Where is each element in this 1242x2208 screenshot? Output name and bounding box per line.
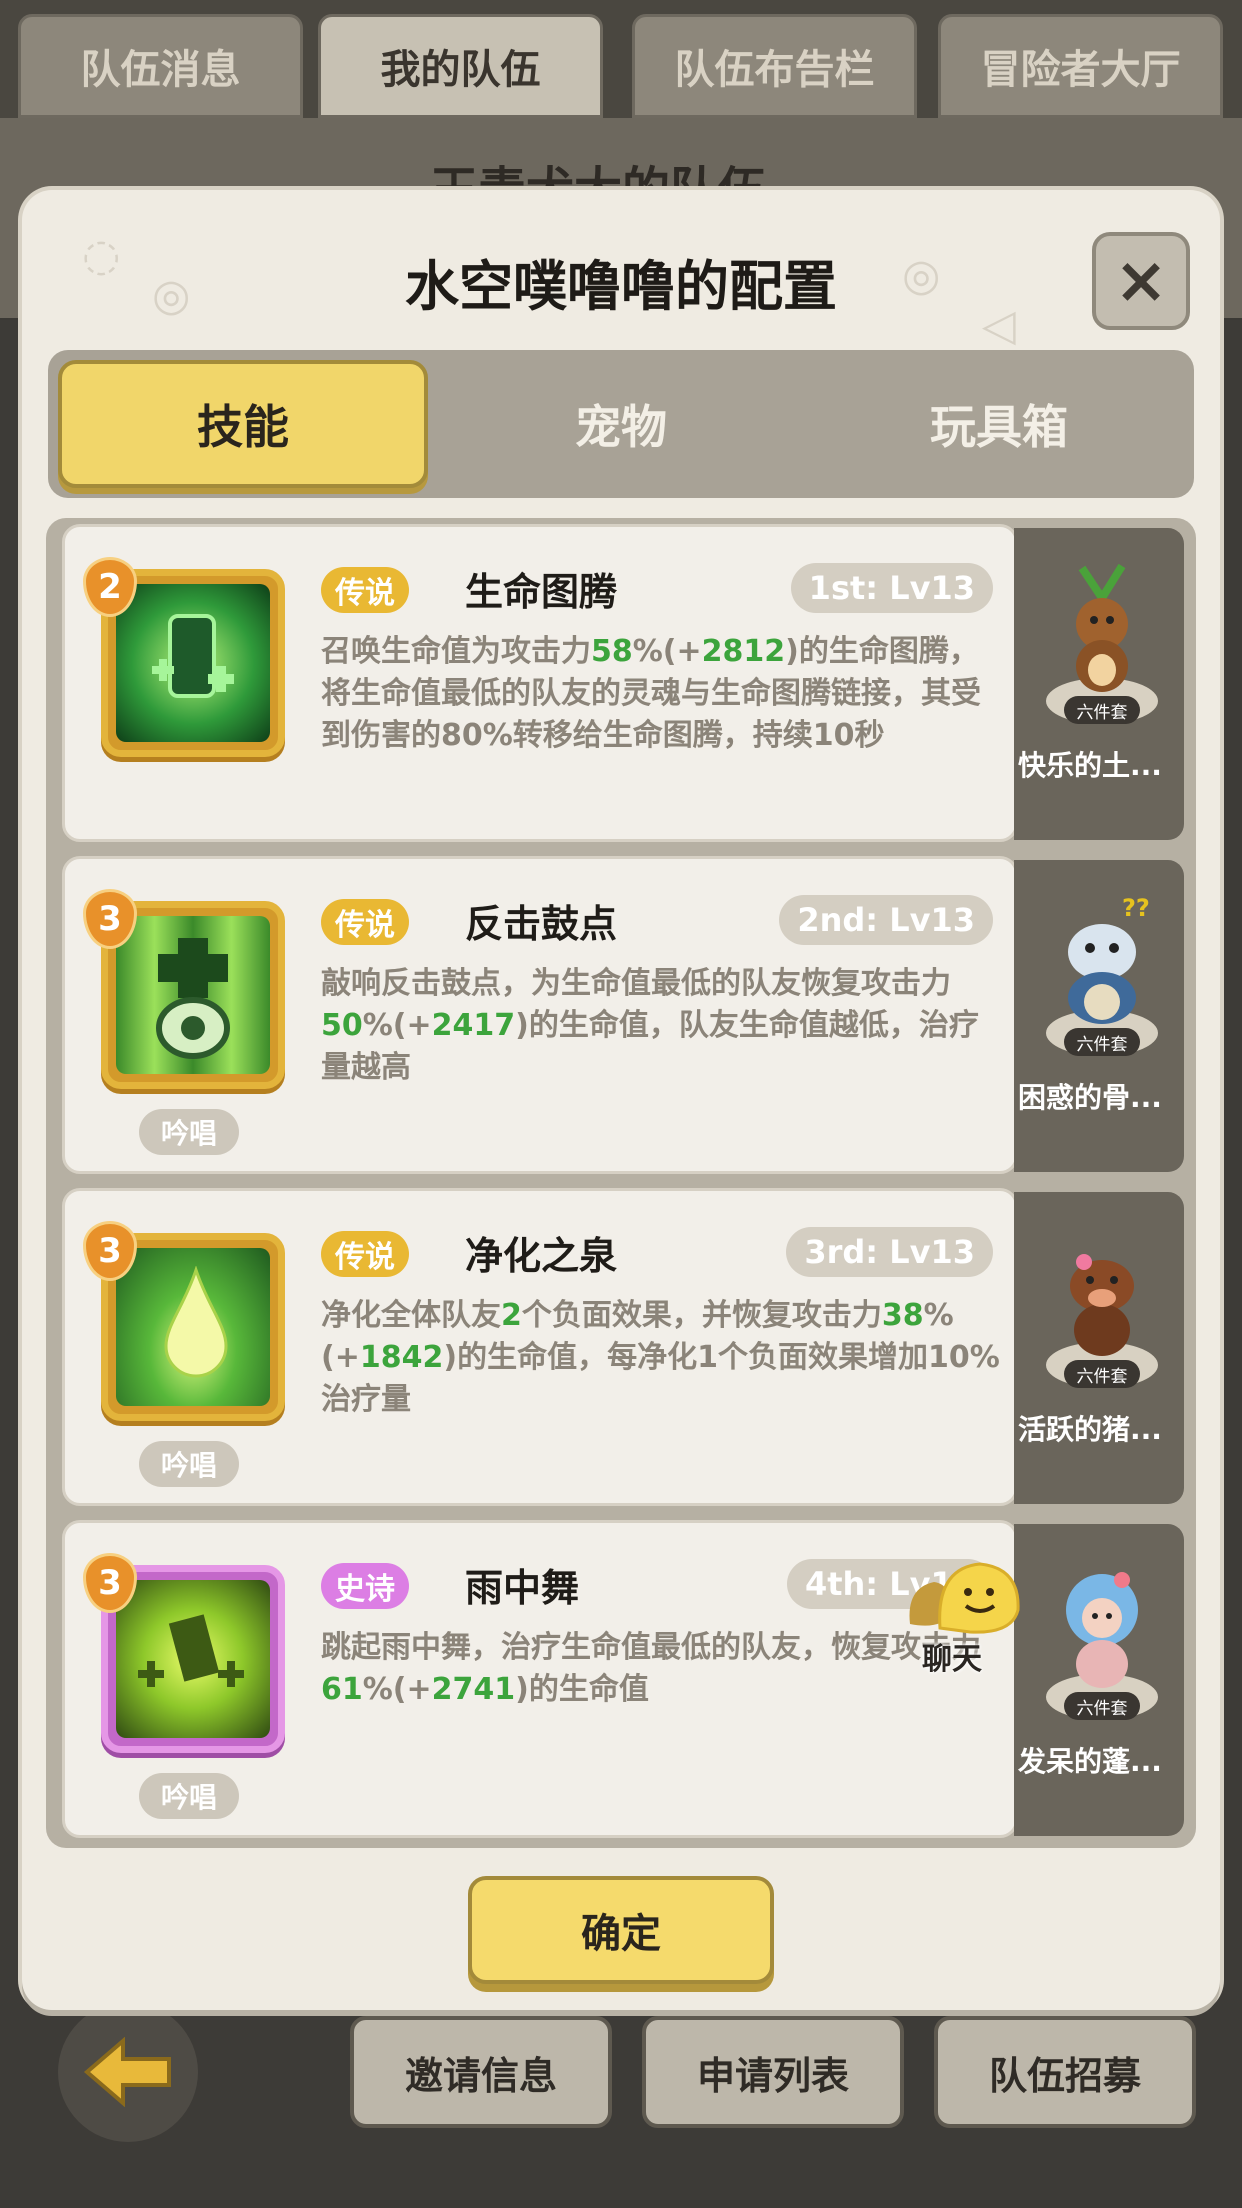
back-arrow-icon: [83, 2037, 171, 2107]
desc-highlight: 2417: [431, 1008, 516, 1043]
drum-icon: [156, 938, 230, 1059]
pet-card[interactable]: ?? 六件套 困惑的骨...: [1014, 860, 1184, 1172]
desc-highlight: 50: [321, 1008, 363, 1043]
pet-card[interactable]: 六件套 活跃的猪...: [1014, 1192, 1184, 1504]
pet-set-tag: 六件套: [1064, 1692, 1140, 1720]
skill-name: 雨中舞: [465, 1566, 580, 1610]
sheep-pet-icon: [1066, 1572, 1138, 1688]
desc-highlight: 1842: [359, 1340, 444, 1375]
tab-toybox[interactable]: 玩具箱: [814, 360, 1184, 488]
skill-description: 敲响反击鼓点，为生命值最低的队友恢复攻击力50%(+2417)的生命值，队友生命…: [321, 963, 1001, 1089]
rarity-tag: 传说: [321, 1231, 409, 1277]
skill-rank: 3rd: Lv13: [786, 1227, 993, 1277]
pet-card[interactable]: 六件套 快乐的土...: [1014, 528, 1184, 840]
desc-text: %(+: [632, 634, 702, 669]
skill-description: 召唤生命值为攻击力58%(+2812)的生命图腾，将生命值最低的队友的灵魂与生命…: [321, 631, 1001, 757]
skill-name: 生命图腾: [465, 570, 618, 614]
desc-text: )的生命值: [515, 1672, 649, 1707]
desc-highlight: 38: [881, 1298, 924, 1333]
close-icon: ×: [1114, 244, 1168, 318]
button-label: 确定: [581, 1911, 661, 1957]
config-modal: ◌ ◎ ◎ ◁ 水空噗噜噜的配置 × 技能 宠物 玩具箱 2 传说 生命图腾 1…: [22, 190, 1220, 2010]
chat-float-button[interactable]: 聊天: [900, 1558, 1040, 1678]
skill-rank: 2nd: Lv13: [779, 895, 993, 945]
tab-label: 玩具箱: [930, 400, 1068, 454]
chat-label: 聊天: [922, 1642, 982, 1677]
desc-text: 敲响反击鼓点，为生命值最低的队友恢复攻击力: [321, 966, 951, 1001]
desc-highlight: 61: [321, 1672, 363, 1707]
desc-highlight: 2741: [431, 1672, 516, 1707]
squirrel-pet-icon: [1076, 563, 1128, 692]
skill-card[interactable]: 3 吟唱 传说 反击鼓点 2nd: Lv13 敲响反击鼓点，为生命值最低的队友恢…: [62, 856, 1018, 1174]
tab-pets[interactable]: 宠物: [436, 360, 806, 488]
skill-card[interactable]: 3 吟唱 史诗 雨中舞 4th: Lv13 跳起雨中舞，治疗生命值最低的队友，恢…: [62, 1520, 1018, 1838]
skill-description: 净化全体队友2个负面效果，并恢复攻击力38%(+1842)的生命值，每净化1个负…: [321, 1295, 1001, 1421]
button-label: 队伍招募: [988, 2053, 1141, 2098]
rarity-tag: 史诗: [321, 1563, 409, 1609]
chant-tag: 吟唱: [139, 1441, 239, 1487]
tab-label: 技能: [197, 400, 289, 454]
tab-adventurer-hall[interactable]: 冒险者大厅: [938, 14, 1223, 118]
pet-name: 发呆的蓬...: [1018, 1745, 1162, 1778]
chant-tag: 吟唱: [139, 1109, 239, 1155]
desc-text: 个负面效果，并恢复攻击力: [521, 1298, 882, 1333]
pet-set-tag: 六件套: [1064, 696, 1140, 724]
desc-text: 跳起雨中舞，治疗生命值最低的队友，恢复攻击力: [321, 1630, 981, 1665]
apply-list-button[interactable]: 申请列表: [642, 2016, 904, 2128]
tab-my-team[interactable]: 我的队伍: [318, 14, 603, 118]
tab-skills[interactable]: 技能: [58, 360, 428, 488]
skill-name: 净化之泉: [465, 1234, 618, 1278]
modal-title: 水空噗噜噜的配置: [405, 255, 837, 318]
team-recruit-button[interactable]: 队伍招募: [934, 2016, 1196, 2128]
desc-text: %(+: [362, 1008, 432, 1043]
skill-description: 跳起雨中舞，治疗生命值最低的队友，恢复攻击力 61%(+2741)的生命值: [321, 1627, 1001, 1711]
tab-team-board[interactable]: 队伍布告栏: [632, 14, 917, 118]
dragon-pet-icon: ??: [1068, 894, 1150, 1024]
config-tab-bar: 技能 宠物 玩具箱: [48, 350, 1194, 498]
pet-set-tag: 六件套: [1064, 1360, 1140, 1388]
invite-info-button[interactable]: 邀请信息: [350, 2016, 612, 2128]
rarity-tag: 传说: [321, 899, 409, 945]
dance-icon: [138, 1614, 244, 1687]
droplet-icon: [164, 1266, 228, 1378]
tab-label: 冒险者大厅: [980, 47, 1181, 93]
tab-label: 队伍布告栏: [674, 47, 875, 93]
tab-team-messages[interactable]: 队伍消息: [18, 14, 303, 118]
tab-label: 队伍消息: [80, 47, 241, 93]
tab-label: 我的队伍: [380, 47, 541, 93]
svg-text:??: ??: [1122, 894, 1150, 922]
boar-pet-icon: [1070, 1254, 1134, 1356]
button-label: 申请列表: [696, 2053, 849, 2098]
back-button[interactable]: [58, 2002, 198, 2142]
totem-icon: [152, 614, 234, 698]
chant-tag: 吟唱: [139, 1773, 239, 1819]
pet-set-tag: 六件套: [1064, 1028, 1140, 1056]
desc-text: 召唤生命值为攻击力: [321, 634, 591, 669]
rarity-tag: 传说: [321, 567, 409, 613]
tab-label: 宠物: [575, 400, 667, 454]
skill-name: 反击鼓点: [465, 902, 618, 946]
close-button[interactable]: ×: [1092, 232, 1190, 330]
desc-text: 净化全体队友: [321, 1298, 501, 1333]
skill-card[interactable]: 2 传说 生命图腾 1st: Lv13 召唤生命值为攻击力58%(+2812)的…: [62, 524, 1018, 842]
pet-name: 活跃的猪...: [1018, 1413, 1162, 1446]
desc-highlight: 2: [501, 1298, 522, 1333]
button-label: 邀请信息: [404, 2053, 557, 2098]
desc-highlight: 58: [591, 634, 633, 669]
pet-name: 快乐的土...: [1018, 749, 1162, 782]
top-tab-bar: 队伍消息 我的队伍 队伍布告栏 冒险者大厅: [0, 0, 1242, 120]
confirm-button[interactable]: 确定: [468, 1876, 774, 1984]
desc-highlight: 2812: [701, 634, 786, 669]
pet-name: 困惑的骨...: [1018, 1081, 1162, 1114]
desc-text: %(+: [362, 1672, 432, 1707]
skill-card[interactable]: 3 吟唱 传说 净化之泉 3rd: Lv13 净化全体队友2个负面效果，并恢复攻…: [62, 1188, 1018, 1506]
skill-rank: 1st: Lv13: [790, 563, 993, 613]
